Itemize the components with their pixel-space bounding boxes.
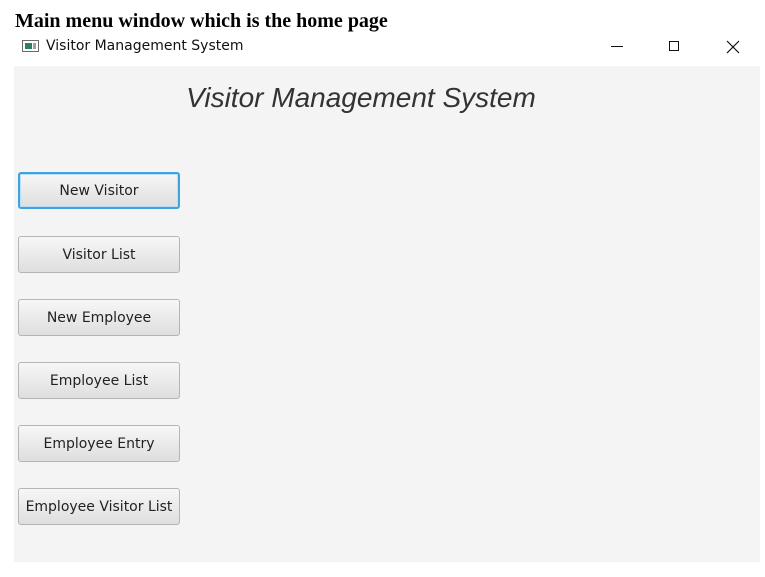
employee-entry-button[interactable]: Employee Entry bbox=[18, 425, 180, 462]
window-title: Visitor Management System bbox=[46, 38, 244, 54]
app-icon bbox=[22, 40, 39, 52]
employee-list-button[interactable]: Employee List bbox=[18, 362, 180, 399]
minimize-button[interactable] bbox=[594, 34, 640, 63]
maximize-button[interactable] bbox=[652, 34, 698, 63]
maximize-icon bbox=[669, 41, 679, 51]
close-icon bbox=[726, 40, 740, 54]
new-visitor-button[interactable]: New Visitor bbox=[18, 172, 180, 209]
app-heading: Visitor Management System bbox=[186, 82, 536, 113]
visitor-list-button[interactable]: Visitor List bbox=[18, 236, 180, 273]
app-window: Visitor Management System Visitor Manage… bbox=[14, 34, 760, 562]
main-content: Visitor Management System New Visitor Vi… bbox=[14, 66, 760, 562]
new-employee-button[interactable]: New Employee bbox=[18, 299, 180, 336]
title-bar[interactable]: Visitor Management System bbox=[14, 34, 760, 65]
figure-caption: Main menu window which is the home page bbox=[15, 10, 388, 32]
minimize-icon bbox=[611, 46, 623, 47]
employee-visitor-list-button[interactable]: Employee Visitor List bbox=[18, 488, 180, 525]
close-button[interactable] bbox=[710, 34, 756, 63]
